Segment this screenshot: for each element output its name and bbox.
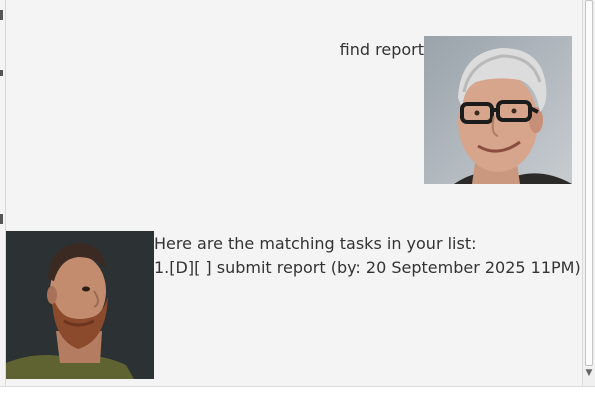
- edge-mark-bottom: [0, 214, 3, 224]
- vertical-scrollbar[interactable]: ▼: [582, 0, 595, 400]
- bottom-input-strip: [0, 386, 595, 400]
- user-avatar: [424, 36, 572, 184]
- user-message-text: find report: [339, 40, 424, 59]
- bot-message-line-1: Here are the matching tasks in your list…: [154, 234, 477, 253]
- bot-message-line-2: 1.[D][ ] submit report (by: 20 September…: [154, 258, 581, 277]
- user-message: find report: [340, 36, 572, 184]
- scrollbar-thumb[interactable]: [585, 0, 593, 366]
- bot-avatar: [6, 231, 154, 379]
- chat-area: find report Here are the matching tasks …: [6, 0, 582, 400]
- edge-mark-mid: [0, 70, 3, 76]
- chevron-down-icon[interactable]: ▼: [584, 368, 594, 378]
- bot-message-text: Here are the matching tasks in your list…: [154, 232, 581, 280]
- edge-mark-top: [0, 10, 3, 20]
- bot-message: Here are the matching tasks in your list…: [6, 231, 581, 379]
